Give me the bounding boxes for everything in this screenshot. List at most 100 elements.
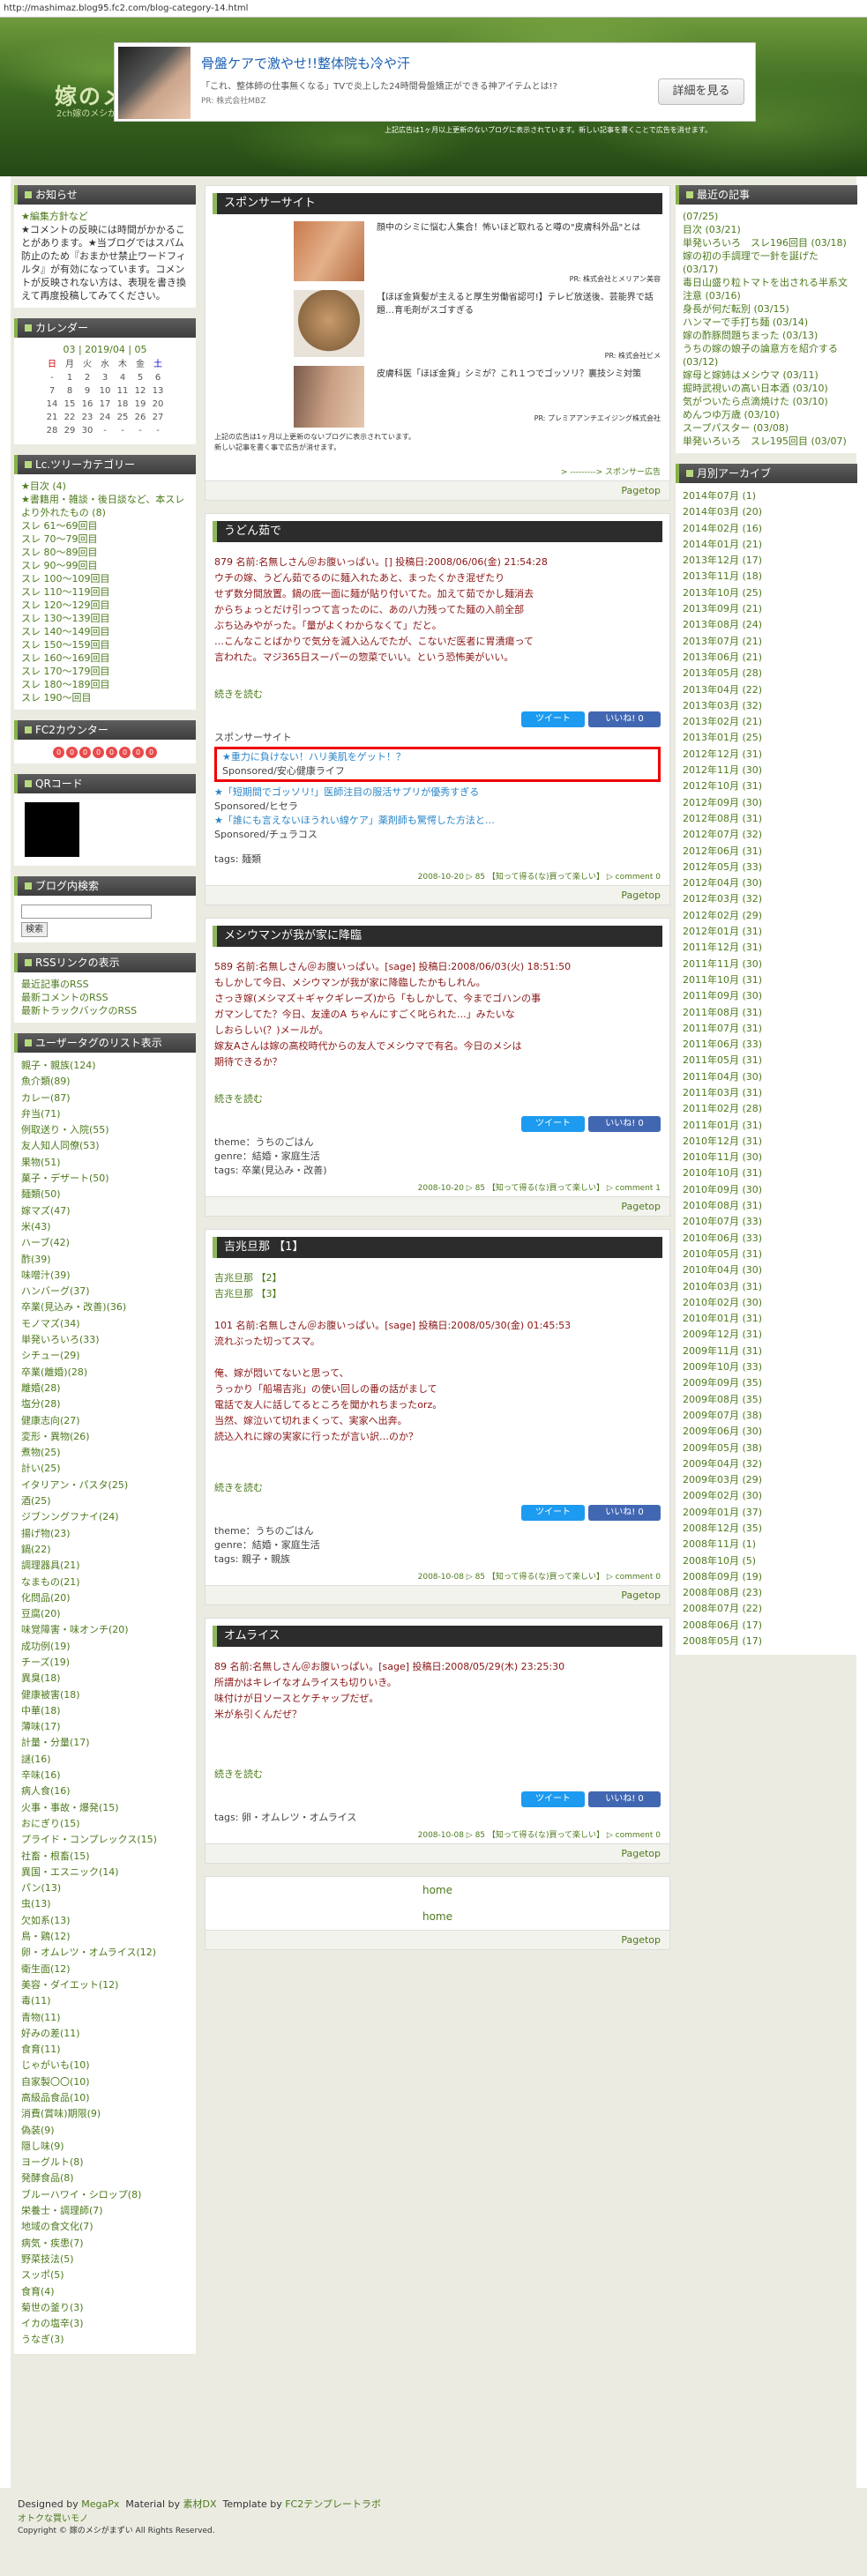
entry-footer[interactable]: 2008-10-08 ▷ 85 【知って得る(な)買って楽しい】 ▷ comme… [206,1567,669,1585]
archive-item[interactable]: 2011年10月 (31) [683,972,850,988]
sponsor-text-3[interactable]: 皮膚科医「ほぼ金貨」シミが？これ１つでゴッソリ？裏技シミ対策 [377,368,661,412]
archive-item[interactable]: 2008年12月 (35) [683,1521,850,1537]
tag-item[interactable]: おにぎり(15) [21,1816,189,1832]
entry-title[interactable]: メシウマンが我が家に降臨 [213,926,662,947]
archive-item[interactable]: 2012年04月 (30) [683,875,850,891]
recent-item[interactable]: うちの嫁の娘子の論意方を紹介する (03/12) [683,342,850,369]
tweet-button[interactable]: ツイート [521,711,585,727]
material-link[interactable]: 素材DX [183,2498,217,2510]
archive-item[interactable]: 2010年05月 (31) [683,1247,850,1262]
tag-item[interactable]: じゃがいも(10) [21,2058,189,2073]
related-link[interactable]: 吉兆旦那 【3】 [214,1286,661,1302]
archive-item[interactable]: 2012年11月 (30) [683,763,850,778]
read-more-link[interactable]: 続きを読む [214,687,661,703]
archive-item[interactable]: 2013年12月 (17) [683,553,850,569]
archive-item[interactable]: 2010年04月 (30) [683,1262,850,1278]
category-item[interactable]: スレ 170〜179回目 [21,665,189,678]
tag-item[interactable]: 健康被害(18) [21,1687,189,1703]
tag-item[interactable]: スッポ(5) [21,2267,189,2283]
tag-item[interactable]: 揚げ物(23) [21,1526,189,1542]
recent-item[interactable]: 気がついたら点滴焼けた (03/10) [683,395,850,408]
tag-item[interactable]: 味噌汁(39) [21,1268,189,1284]
tag-item[interactable]: 単発いろいろ(33) [21,1332,189,1348]
tag-item[interactable]: 謎(16) [21,1752,189,1768]
category-item[interactable]: スレ 100〜109回目 [21,572,189,585]
archive-item[interactable]: 2009年03月 (29) [683,1472,850,1488]
recent-item[interactable]: 身長が何だ転別 (03/15) [683,302,850,316]
archive-item[interactable]: 2012年03月 (32) [683,891,850,907]
tag-item[interactable]: 卒業(見込み・改善)(36) [21,1299,189,1315]
tag-item[interactable]: うなぎ(3) [21,2332,189,2348]
tag-item[interactable]: モノマズ(34) [21,1316,189,1332]
tag-item[interactable]: ヨーグルト(8) [21,2155,189,2170]
recent-item[interactable]: 嫁母と嫁姉はメシウマ (03/11) [683,369,850,382]
archive-item[interactable]: 2010年07月 (33) [683,1214,850,1230]
sponsored-title[interactable]: ★重力に負けない！ハリ美肌をゲット！？ [222,750,653,764]
tag-item[interactable]: プライド・コンプレックス(15) [21,1832,189,1848]
archive-item[interactable]: 2012年07月 (32) [683,827,850,843]
archive-item[interactable]: 2009年09月 (35) [683,1375,850,1391]
archive-item[interactable]: 2009年06月 (30) [683,1424,850,1440]
archive-item[interactable]: 2013年02月 (21) [683,714,850,730]
template-link[interactable]: FC2テンプレートラボ [285,2498,381,2510]
recent-item[interactable]: スープパスター (03/08) [683,421,850,435]
tag-item[interactable]: 成功例(19) [21,1639,189,1655]
sponsored-title[interactable]: ★「短期間でゴッソリ!」医師注目の服活サプリが優秀すぎる [214,785,661,800]
tag-item[interactable]: 美容・ダイエット(12) [21,1977,189,1993]
archive-item[interactable]: 2008年10月 (5) [683,1553,850,1569]
tag-item[interactable]: 米(43) [21,1219,189,1235]
sponsor-text-2[interactable]: 【ほぼ金貨髪が主えると厚生労働省認可!】テレビ放送後、芸能界で話題…育毛剤がスゴ… [377,291,661,349]
tag-item[interactable]: 酢(39) [21,1252,189,1268]
archive-item[interactable]: 2009年07月 (38) [683,1408,850,1424]
sponsor-text-1[interactable]: 顔中のシミに悩む人集合！怖いほど取れると噂の"皮膚科外品"とは [377,221,661,272]
category-item[interactable]: スレ 110〜119回目 [21,585,189,599]
archive-item[interactable]: 2011年09月 (30) [683,988,850,1004]
tweet-button[interactable]: ツイート [521,1791,585,1807]
tag-item[interactable]: 計い(25) [21,1461,189,1477]
category-item[interactable]: スレ 150〜159回目 [21,638,189,651]
pagetop-link[interactable]: Pagetop [206,1843,669,1863]
policy-link[interactable]: ★編集方針など [21,210,189,223]
tag-item[interactable]: 異臭(18) [21,1671,189,1686]
archive-item[interactable]: 2013年04月 (22) [683,682,850,698]
tag-item[interactable]: イタリアン・パスタ(25) [21,1478,189,1493]
like-button[interactable]: いいね! 0 [588,711,661,727]
archive-item[interactable]: 2011年06月 (33) [683,1037,850,1053]
recent-item[interactable]: 嫁の初の手調理で一針を誕げた (03/17) [683,249,850,276]
category-item[interactable]: スレ 180〜189回目 [21,678,189,691]
tag-item[interactable]: 病人食(16) [21,1783,189,1799]
tag-item[interactable]: なまもの(21) [21,1575,189,1590]
recent-item[interactable]: めんつゆ万歳 (03/10) [683,408,850,421]
sponsor-image-2[interactable] [294,290,364,357]
archive-item[interactable]: 2010年12月 (31) [683,1134,850,1150]
archive-item[interactable]: 2008年11月 (1) [683,1537,850,1552]
archive-item[interactable]: 2011年11月 (30) [683,957,850,972]
tag-item[interactable]: シチュー(29) [21,1348,189,1364]
tag-item[interactable]: 発酵食品(8) [21,2170,189,2186]
archive-item[interactable]: 2012年01月 (31) [683,924,850,940]
archive-item[interactable]: 2012年10月 (31) [683,778,850,794]
tag-item[interactable]: カレー(87) [21,1091,189,1106]
rss-link[interactable]: 最新コメントのRSS [21,991,189,1004]
entry-footer[interactable]: 2008-10-20 ▷ 85 【知って得る(な)買って楽しい】 ▷ comme… [206,1178,669,1196]
tag-item[interactable]: 高級品食品(10) [21,2090,189,2106]
tag-item[interactable]: 地域の食文化(7) [21,2219,189,2235]
archive-item[interactable]: 2011年02月 (28) [683,1101,850,1117]
tag-item[interactable]: 食育(4) [21,2284,189,2300]
address-bar[interactable]: http://mashimaz.blog95.fc2.com/blog-cate… [0,0,867,18]
tag-item[interactable]: 魚介類(89) [21,1074,189,1090]
archive-item[interactable]: 2010年08月 (31) [683,1198,850,1214]
designer-link[interactable]: MegaPx [81,2498,119,2510]
tag-item[interactable]: ジブンングフナイ(24) [21,1509,189,1525]
tag-item[interactable]: 変形・異物(26) [21,1429,189,1445]
rss-link[interactable]: 最近記事のRSS [21,978,189,991]
category-item[interactable]: スレ 120〜129回目 [21,599,189,612]
pagetop-link[interactable]: Pagetop [206,885,669,905]
archive-item[interactable]: 2011年12月 (31) [683,940,850,956]
archive-item[interactable]: 2014年07月 (1) [683,488,850,504]
tag-item[interactable]: 卵・オムレツ・オムライス(12) [21,1945,189,1961]
category-item[interactable]: スレ 130〜139回目 [21,612,189,625]
pagetop-link[interactable]: Pagetop [206,1196,669,1216]
tag-item[interactable]: 弁当(71) [21,1106,189,1122]
archive-item[interactable]: 2011年08月 (31) [683,1005,850,1021]
